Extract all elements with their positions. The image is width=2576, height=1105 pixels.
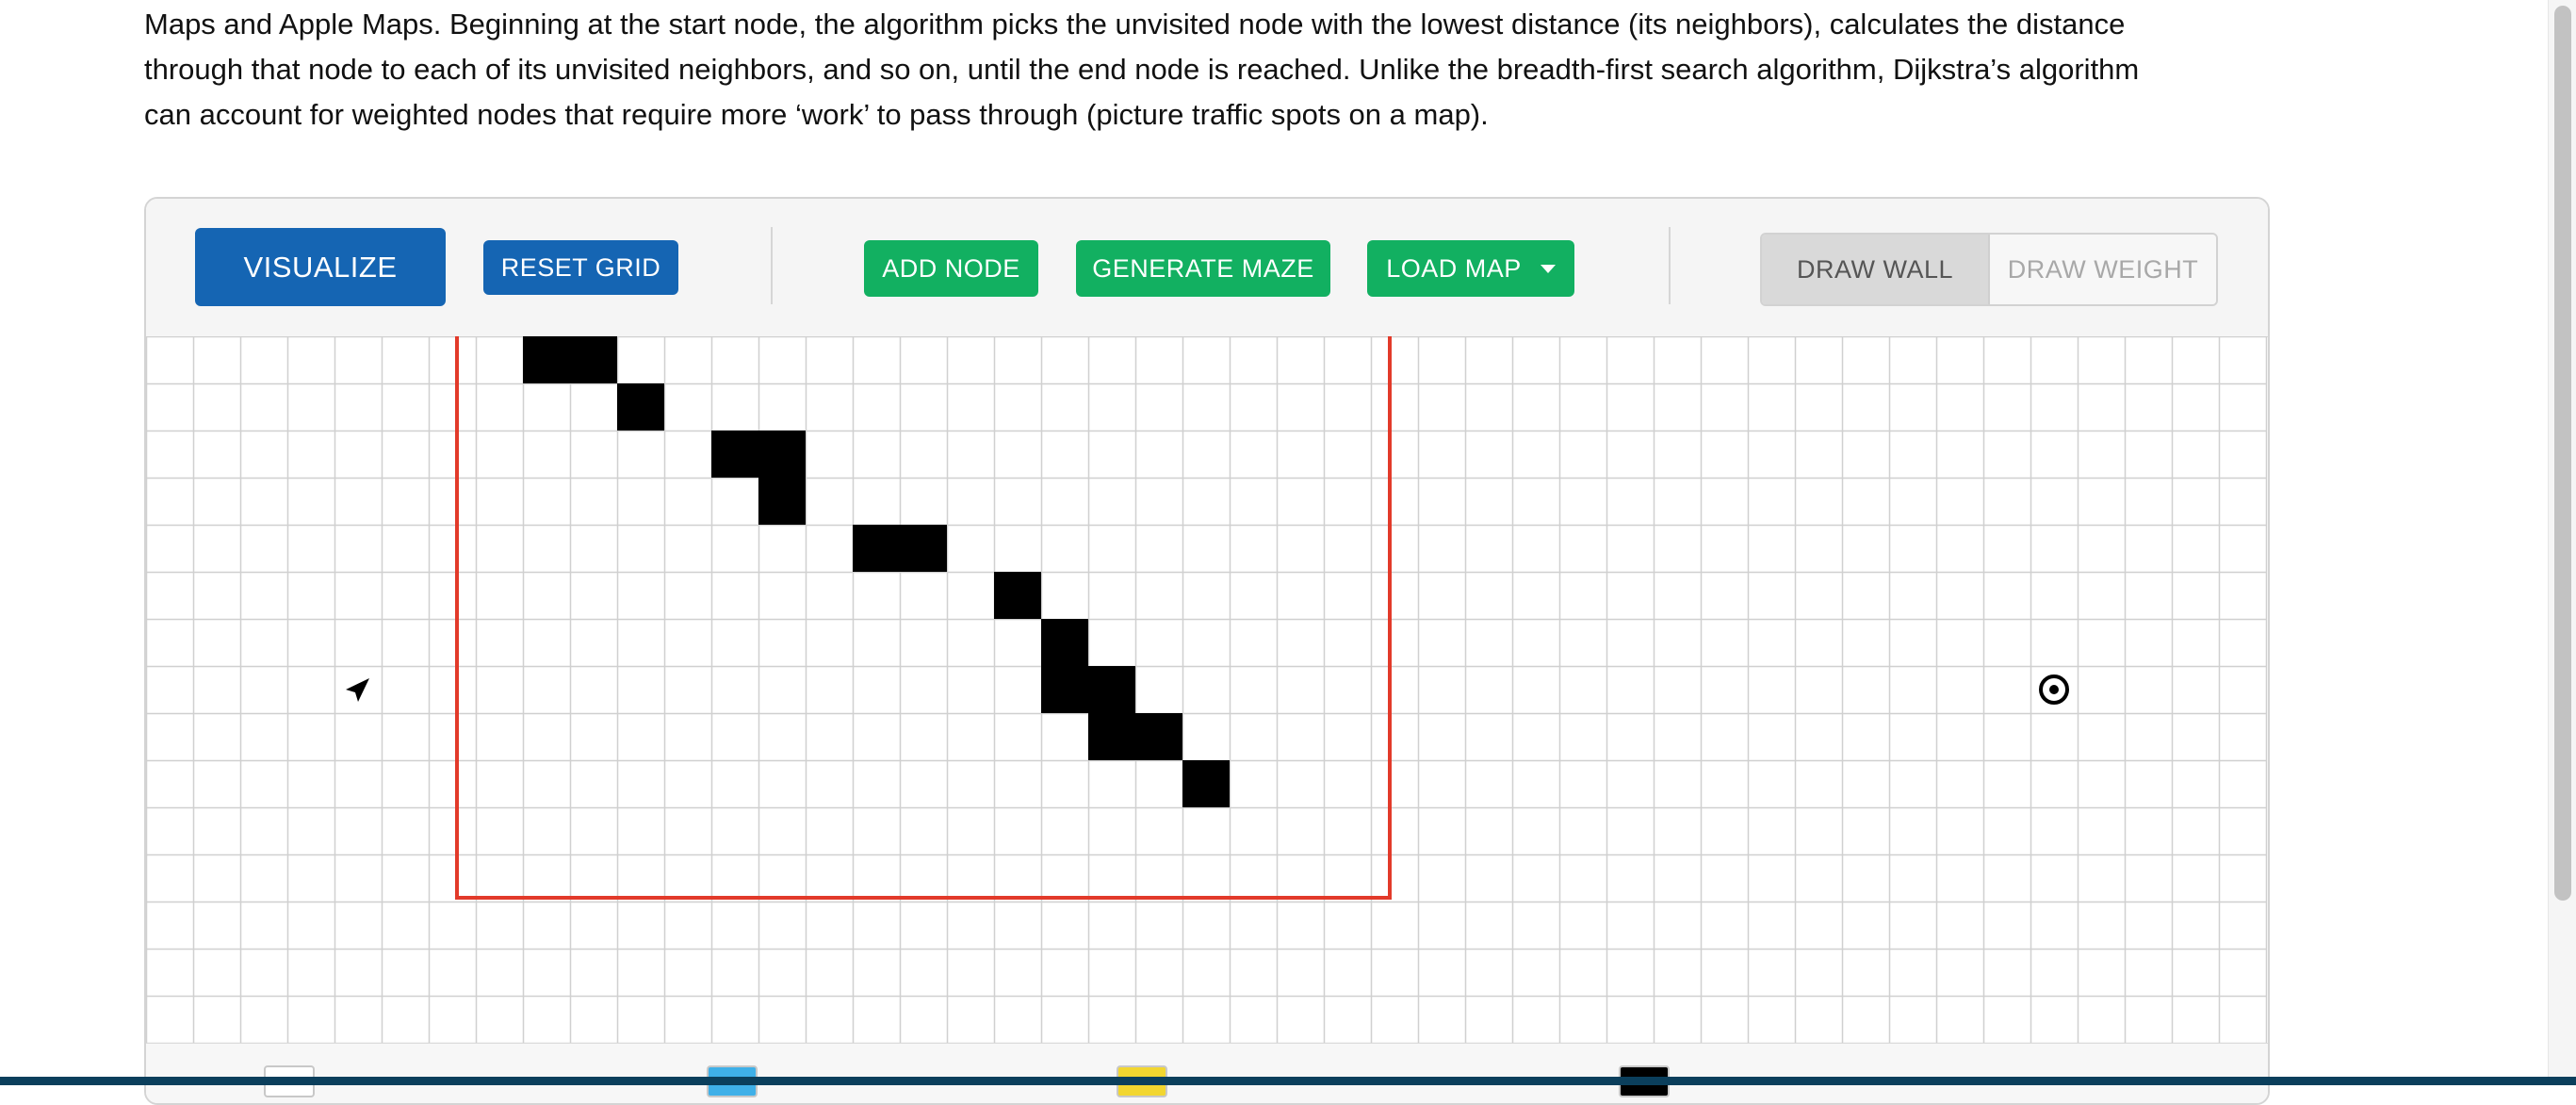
wall-cell[interactable] (711, 431, 758, 478)
algorithm-description: Maps and Apple Maps. Beginning at the st… (144, 2, 2274, 138)
wall-cell[interactable] (1041, 619, 1088, 666)
draw-wall-option[interactable]: DRAW WALL (1762, 235, 1990, 304)
wall-cell[interactable] (617, 383, 664, 431)
wall-cell[interactable] (570, 336, 617, 383)
wall-cell[interactable] (523, 336, 570, 383)
vertical-scrollbar[interactable] (2548, 0, 2576, 1077)
add-node-button[interactable]: ADD NODE (864, 240, 1038, 297)
wall-cell[interactable] (758, 478, 806, 525)
wall-cell[interactable] (1088, 713, 1135, 760)
load-map-label: LOAD MAP (1386, 253, 1522, 283)
generate-maze-button[interactable]: GENERATE MAZE (1076, 240, 1330, 297)
description-line: Maps and Apple Maps. Beginning at the st… (144, 8, 2126, 41)
legend-bar (146, 1043, 2268, 1103)
visualizer-panel: VISUALIZE RESET GRID ADD NODE GENERATE M… (144, 197, 2270, 1105)
visualize-button[interactable]: VISUALIZE (195, 228, 446, 306)
wall-cell[interactable] (1135, 713, 1182, 760)
load-map-dropdown[interactable]: LOAD MAP (1367, 240, 1574, 297)
wall-cell[interactable] (1088, 666, 1135, 713)
scrollbar-thumb[interactable] (2554, 6, 2571, 901)
pathfinding-grid[interactable] (146, 336, 2268, 1043)
draw-weight-option[interactable]: DRAW WEIGHT (1990, 235, 2216, 304)
draw-mode-toggle: DRAW WALL DRAW WEIGHT (1760, 233, 2218, 306)
description-line: can account for weighted nodes that requ… (144, 98, 1489, 131)
wall-cell[interactable] (758, 431, 806, 478)
navigation-arrow-icon[interactable] (346, 678, 369, 702)
highlight-box (455, 336, 1392, 900)
toolbar-divider (771, 227, 773, 304)
wall-cell[interactable] (900, 525, 947, 572)
wall-cell[interactable] (853, 525, 900, 572)
bottom-bar (0, 1077, 2576, 1085)
wall-cell[interactable] (994, 572, 1041, 619)
wall-cell[interactable] (1182, 760, 1230, 807)
wall-cell[interactable] (1041, 666, 1088, 713)
caret-down-icon (1540, 264, 1556, 273)
target-center-icon (2049, 685, 2059, 694)
reset-grid-button[interactable]: RESET GRID (483, 240, 678, 295)
toolbar-divider (1669, 227, 1671, 304)
description-line: through that node to each of its unvisit… (144, 53, 2140, 86)
toolbar: VISUALIZE RESET GRID ADD NODE GENERATE M… (146, 199, 2268, 337)
